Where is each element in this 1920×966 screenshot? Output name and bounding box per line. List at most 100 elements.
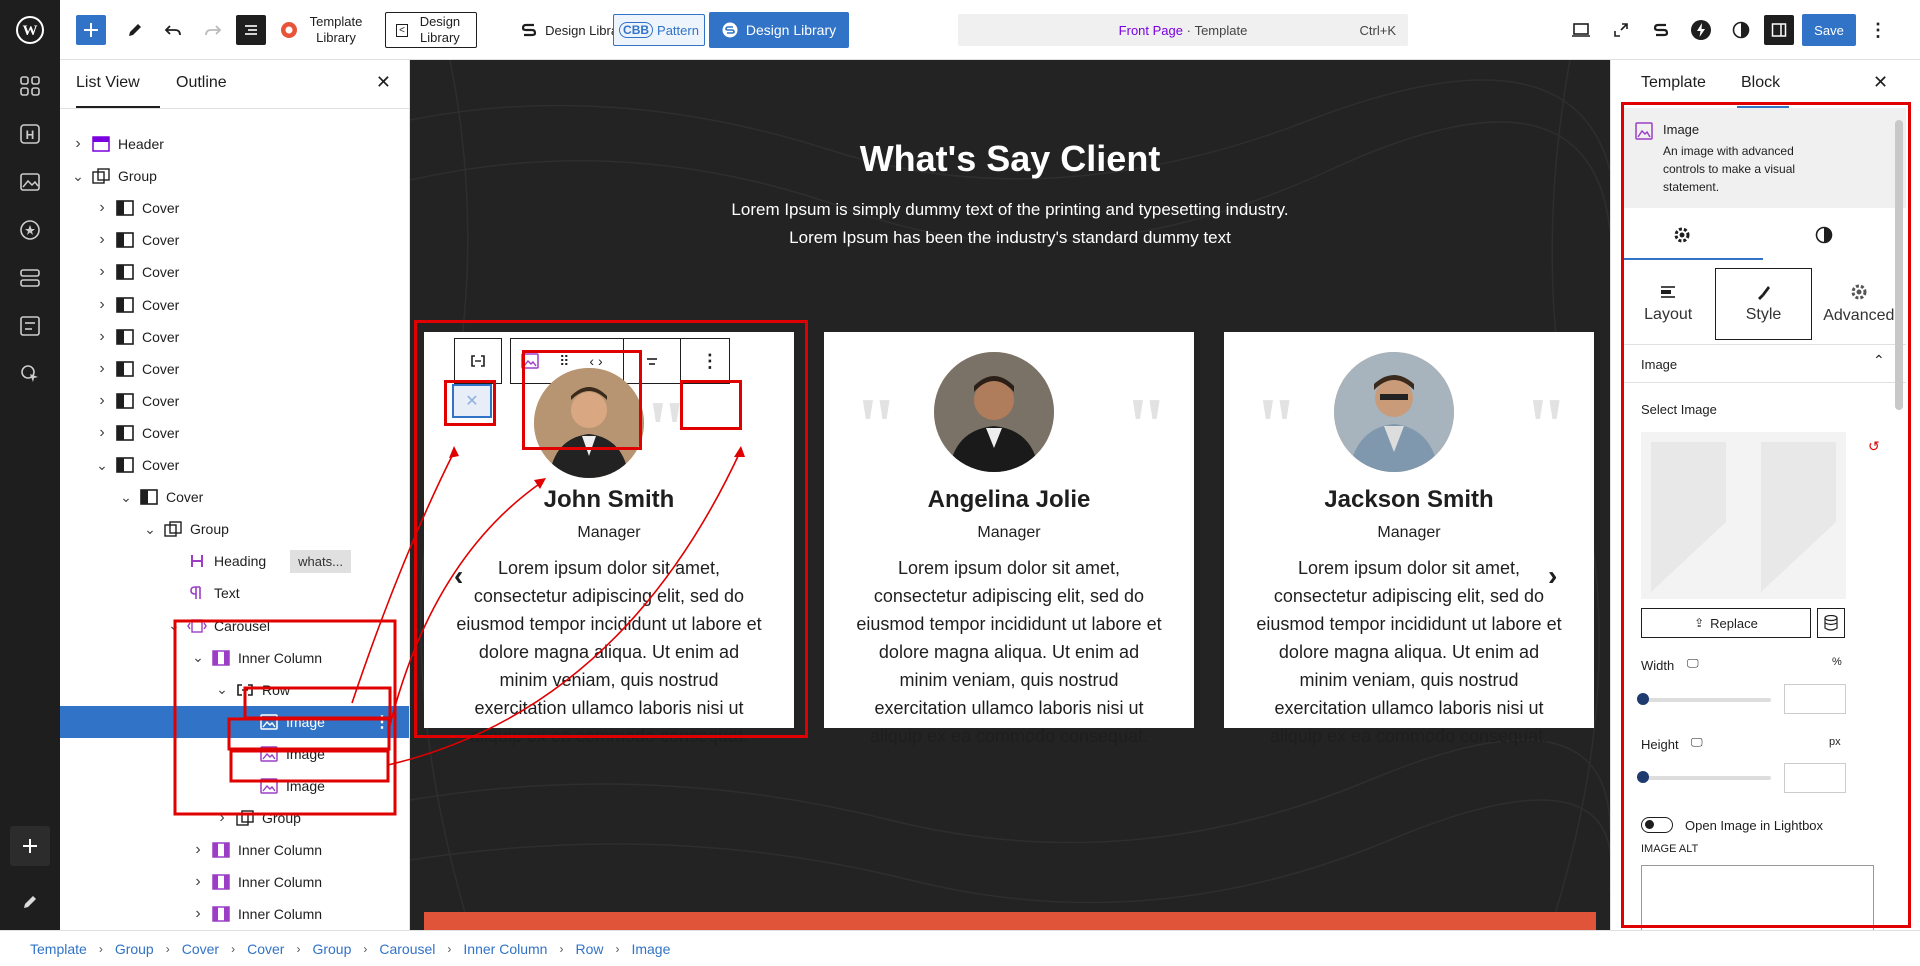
list-item[interactable]: ⌄ Group xyxy=(60,513,409,545)
settings-sidebar-button[interactable] xyxy=(1764,15,1794,45)
list-item[interactable]: Heading whats... xyxy=(60,545,409,577)
media-icon[interactable] xyxy=(14,166,46,198)
breadcrumb-item[interactable]: Cover xyxy=(247,941,284,957)
design-library-box-button[interactable]: < Design Library xyxy=(385,12,477,48)
chevron-icon[interactable]: ⌄ xyxy=(118,489,134,506)
chevron-icon[interactable]: › xyxy=(94,424,110,442)
breadcrumb-item[interactable]: Inner Column xyxy=(463,941,547,957)
list-item[interactable]: ⌄ Group xyxy=(60,160,409,192)
list-item[interactable]: › Header xyxy=(60,128,409,160)
breadcrumb-item[interactable]: Group xyxy=(115,941,154,957)
testimonial-body[interactable]: Lorem ipsum dolor sit amet, consectetur … xyxy=(854,554,1164,750)
chevron-icon[interactable]: › xyxy=(94,360,110,378)
testimonial-card-2[interactable]: " " Angelina Jolie Manager Lorem ipsum d… xyxy=(824,332,1194,746)
heading-block-icon[interactable]: H xyxy=(14,118,46,150)
wordpress-logo-icon[interactable]: W xyxy=(14,14,46,46)
chevron-icon[interactable]: ⌄ xyxy=(190,649,206,666)
testimonial-name[interactable]: Jackson Smith xyxy=(1224,486,1594,514)
list-item[interactable]: › Cover xyxy=(60,256,409,288)
list-item[interactable]: Image xyxy=(60,738,409,770)
list-item[interactable]: › Inner Column xyxy=(60,866,409,898)
close-icon[interactable]: ✕ xyxy=(1873,72,1888,93)
breadcrumb-item[interactable]: Image xyxy=(631,941,670,957)
layout-icon[interactable] xyxy=(14,70,46,102)
testimonial-card-3[interactable]: " " Jackson Smith Manager Lorem ipsum do… xyxy=(1224,332,1594,746)
list-item[interactable]: ⌄ Cover xyxy=(60,481,409,513)
breadcrumb-item[interactable]: Group xyxy=(312,941,351,957)
chevron-icon[interactable]: › xyxy=(94,392,110,410)
tab-outline[interactable]: Outline xyxy=(176,74,227,92)
chevron-icon[interactable]: › xyxy=(190,873,206,891)
testimonial-name[interactable]: Angelina Jolie xyxy=(824,486,1194,514)
styles-icon[interactable] xyxy=(14,214,46,246)
breadcrumb-item[interactable]: Cover xyxy=(182,941,219,957)
design-library-button[interactable]: Design Library xyxy=(709,12,849,48)
chevron-icon[interactable]: ⌄ xyxy=(94,457,110,474)
list-item[interactable]: Image xyxy=(60,770,409,802)
scrollbar[interactable] xyxy=(1895,120,1903,410)
document-overview-button[interactable] xyxy=(236,15,266,45)
list-item[interactable]: › Inner Column xyxy=(60,898,409,930)
chevron-icon[interactable]: › xyxy=(94,231,110,249)
tools-pencil-button[interactable] xyxy=(120,12,150,48)
testimonial-role[interactable]: Manager xyxy=(824,524,1194,542)
breadcrumb-item[interactable]: Template xyxy=(30,941,87,957)
list-item[interactable]: › Cover xyxy=(60,321,409,353)
chevron-icon[interactable]: › xyxy=(94,199,110,217)
list-item[interactable]: › Cover xyxy=(60,224,409,256)
options-icon[interactable]: ⋮ xyxy=(1866,12,1890,48)
edit-pencil-icon[interactable] xyxy=(14,886,46,918)
chevron-icon[interactable]: ⌄ xyxy=(70,168,86,185)
breadcrumb-item[interactable]: Row xyxy=(575,941,603,957)
breadcrumb-item[interactable]: Carousel xyxy=(379,941,435,957)
list-item[interactable]: › Cover xyxy=(60,289,409,321)
stackable-settings-button[interactable] xyxy=(1646,12,1676,48)
chevron-icon[interactable]: › xyxy=(190,905,206,923)
list-item[interactable]: Text xyxy=(60,577,409,609)
device-preview-button[interactable] xyxy=(1566,12,1596,48)
chevron-icon[interactable]: › xyxy=(94,328,110,346)
list-item[interactable]: ⌄ Cover xyxy=(60,449,409,481)
list-item[interactable]: › Cover xyxy=(60,417,409,449)
carousel-next-arrow-icon[interactable]: › xyxy=(1548,560,1557,592)
list-item[interactable]: › Inner Column xyxy=(60,834,409,866)
performance-button[interactable] xyxy=(1686,12,1716,48)
undo-button[interactable] xyxy=(158,12,188,48)
list-item[interactable]: › Cover xyxy=(60,192,409,224)
form-icon[interactable] xyxy=(14,310,46,342)
tab-template[interactable]: Template xyxy=(1641,74,1706,92)
avatar-angelina-jolie[interactable] xyxy=(934,352,1054,472)
save-button[interactable]: Save xyxy=(1802,14,1856,46)
command-palette-button[interactable]: Front Page · Template Ctrl+K xyxy=(958,14,1408,46)
chevron-icon[interactable]: › xyxy=(214,809,230,827)
chevron-icon[interactable]: ⌄ xyxy=(214,681,230,698)
list-item[interactable]: ⌄ Row xyxy=(60,674,409,706)
list-item[interactable]: ⌄ Carousel xyxy=(60,610,409,642)
pattern-button[interactable]: CBB Pattern xyxy=(613,14,705,46)
chevron-icon[interactable]: › xyxy=(94,296,110,314)
section-heading[interactable]: What's Say Client xyxy=(410,138,1610,180)
tab-block[interactable]: Block xyxy=(1741,74,1780,92)
redo-button[interactable] xyxy=(198,12,228,48)
add-icon[interactable] xyxy=(10,826,50,866)
cursor-click-icon[interactable] xyxy=(14,358,46,390)
view-link-button[interactable] xyxy=(1606,12,1636,48)
styles-toggle-button[interactable] xyxy=(1726,12,1756,48)
chevron-icon[interactable]: ⌄ xyxy=(166,617,182,634)
testimonial-role[interactable]: Manager xyxy=(1224,524,1594,542)
chevron-icon[interactable]: › xyxy=(190,841,206,859)
pages-icon[interactable] xyxy=(14,262,46,294)
chevron-icon[interactable]: › xyxy=(70,135,86,153)
list-item[interactable]: Image ⋮ xyxy=(60,705,409,738)
tab-list-view[interactable]: List View xyxy=(76,74,140,92)
section-subtitle[interactable]: Lorem Ipsum is simply dummy text of the … xyxy=(410,196,1610,252)
list-item[interactable]: › Cover xyxy=(60,385,409,417)
chevron-icon[interactable]: ⌄ xyxy=(142,521,158,538)
chevron-icon[interactable]: › xyxy=(94,263,110,281)
list-item[interactable]: › Group xyxy=(60,802,409,834)
block-inserter-button[interactable] xyxy=(76,15,106,45)
close-icon[interactable]: ✕ xyxy=(376,72,391,93)
testimonial-body[interactable]: Lorem ipsum dolor sit amet, consectetur … xyxy=(1254,554,1564,750)
options-icon[interactable]: ⋮ xyxy=(374,712,390,732)
list-item[interactable]: ⌄ Inner Column xyxy=(60,642,409,674)
